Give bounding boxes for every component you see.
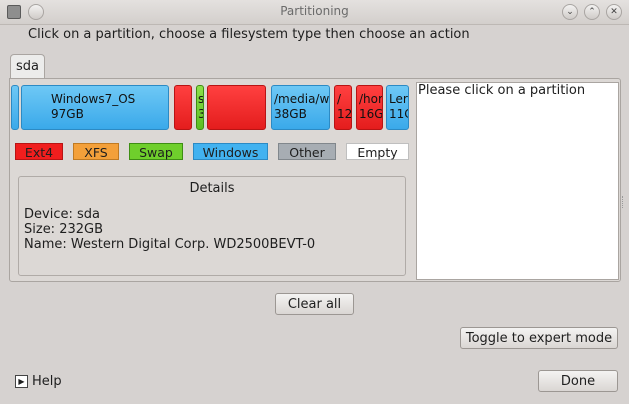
details-title: Details	[189, 181, 235, 196]
partition-segment[interactable]	[207, 85, 266, 130]
partition-info-box	[416, 82, 619, 280]
partition-size: 3	[198, 107, 203, 122]
minimize-button[interactable]: ⌄	[562, 4, 578, 20]
partition-size: 11C	[389, 107, 408, 121]
partition-segment[interactable]: Windows7_OS 97GB	[21, 85, 169, 130]
partition-segment[interactable]: s 3	[196, 85, 204, 130]
filesystem-xfs-button[interactable]: XFS	[73, 143, 119, 160]
partition-size: 12	[337, 107, 352, 121]
partition-segment[interactable]: /media/w 38GB	[271, 85, 330, 130]
filesystem-empty-button[interactable]: Empty	[346, 143, 409, 160]
partition-segment[interactable]: / 12	[334, 85, 352, 130]
done-button[interactable]: Done	[538, 370, 618, 392]
partition-segment[interactable]	[174, 85, 192, 130]
partition-name: s	[198, 92, 204, 106]
instruction-text: Click on a partition, choose a filesyste…	[28, 27, 470, 42]
partition-name: Windows7_OS	[51, 92, 136, 106]
partition-info-text: Please click on a partition	[418, 83, 586, 98]
help-toggle-icon[interactable]: ▶	[15, 375, 28, 388]
window-title: Partitioning	[280, 4, 349, 18]
tab-sda[interactable]: sda	[10, 54, 45, 79]
disk-name-label: Name: Western Digital Corp. WD2500BEVT-0	[24, 237, 316, 252]
resize-grip[interactable]	[622, 196, 626, 208]
partition-size: 38GB	[274, 107, 307, 121]
partition-segment[interactable]	[11, 85, 19, 130]
filesystem-windows-button[interactable]: Windows	[193, 143, 268, 160]
close-button[interactable]: ✕	[606, 4, 622, 20]
partition-name: Ler	[389, 92, 408, 106]
partition-size: 16G	[359, 107, 383, 121]
filesystem-other-button[interactable]: Other	[278, 143, 336, 160]
toggle-expert-mode-button[interactable]: Toggle to expert mode	[460, 327, 618, 349]
partition-name: /	[337, 92, 342, 106]
device-label: Device: sda	[24, 207, 100, 222]
partition-name: /hor	[359, 92, 383, 106]
partition-segment[interactable]: /hor 16G	[356, 85, 383, 130]
partition-size: 97GB	[51, 107, 84, 121]
filesystem-swap-button[interactable]: Swap	[129, 143, 183, 160]
title-bar: Partitioning ⌄ ⌃ ✕	[0, 0, 629, 25]
filesystem-ext4-button[interactable]: Ext4	[15, 143, 63, 160]
size-label: Size: 232GB	[24, 222, 104, 237]
maximize-button[interactable]: ⌃	[584, 4, 600, 20]
partition-segment[interactable]: Ler 11C	[386, 85, 409, 130]
help-button[interactable]: Help	[32, 374, 62, 389]
partition-name: /media/w	[274, 92, 330, 106]
clear-all-button[interactable]: Clear all	[275, 293, 354, 315]
partition-bar: Windows7_OS 97GB s 3 /media/w 38GB / 12 …	[11, 85, 409, 131]
